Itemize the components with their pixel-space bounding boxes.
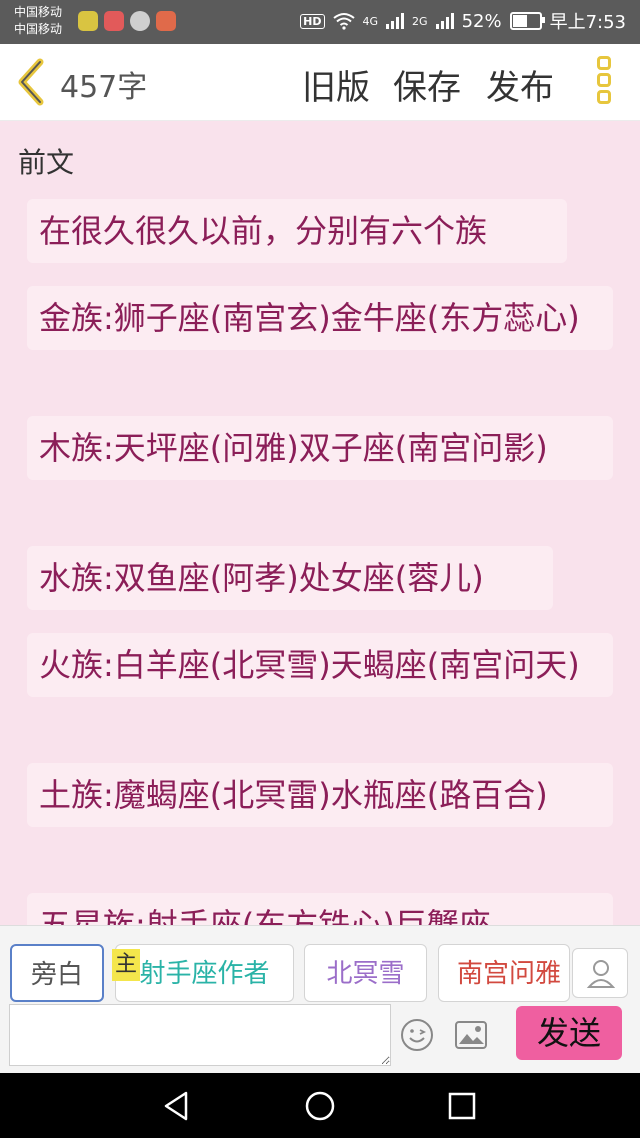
story-content[interactable]: 前文 在很久很久以前，分别有六个族 金族:狮子座(南宫玄)金牛座(东方蕊心) 木… — [0, 121, 640, 925]
paragraph-bubble[interactable]: 木族:天坪座(问雅)双子座(南宫问影) — [27, 416, 613, 480]
clock: 早上7:53 — [549, 12, 626, 33]
carrier-2: 中国移动 — [14, 22, 63, 36]
hd-badge: HD — [300, 13, 325, 29]
role-chip-author[interactable]: 射手座作者 — [115, 944, 294, 1002]
signal-bars-icon-2 — [435, 13, 454, 29]
nav-home-icon[interactable] — [303, 1089, 337, 1123]
nav-back-icon[interactable] — [160, 1089, 194, 1123]
user-icon — [586, 960, 616, 988]
emoji-icon[interactable] — [400, 1018, 434, 1052]
section-title: 前文 — [18, 146, 75, 179]
app-notification-icon — [104, 11, 124, 31]
notification-icons — [78, 11, 176, 31]
menu-icon[interactable] — [592, 56, 616, 110]
cloud-icon — [130, 11, 150, 31]
back-icon[interactable] — [14, 58, 50, 106]
composer: 旁白 射手座作者 主 北冥雪 南宫问雅 发送 — [0, 925, 640, 1074]
role-chip-beiming-xue[interactable]: 北冥雪 — [304, 944, 427, 1002]
mail-icon — [156, 11, 176, 31]
send-button[interactable]: 发送 — [516, 1006, 622, 1060]
battery-percent: 52% — [461, 10, 502, 32]
paragraph-bubble[interactable]: 在很久很久以前，分别有六个族 — [27, 199, 567, 263]
editor-toolbar: 457字 旧版 保存 发布 — [0, 44, 640, 121]
old-version-button[interactable]: 旧版 — [302, 60, 370, 109]
save-button[interactable]: 保存 — [393, 60, 461, 109]
paragraph-bubble[interactable]: 金族:狮子座(南宫玄)金牛座(东方蕊心) — [27, 286, 613, 350]
signal-label-2: 2G — [412, 14, 428, 28]
system-nav-bar — [0, 1073, 640, 1138]
paragraph-bubble[interactable]: 土族:魔蝎座(北冥雷)水瓶座(路百合) — [27, 763, 613, 827]
signal-label-1: 4G — [362, 14, 379, 28]
add-role-button[interactable] — [572, 948, 628, 998]
status-bar: 中国移动 中国移动 HD 4G 2G 52% 早上7:53 — [0, 0, 640, 44]
paragraph-bubble[interactable]: 火族:白羊座(北冥雪)天蝎座(南宫问天) — [27, 633, 613, 697]
battery-fill — [512, 15, 528, 27]
battery-icon — [509, 12, 545, 30]
carrier-names: 中国移动 中国移动 — [14, 4, 62, 38]
status-indicators: HD 4G 2G 52% 早上7:53 — [300, 8, 626, 34]
host-badge: 主 — [112, 949, 140, 981]
paragraph-bubble[interactable]: 水族:双鱼座(阿孝)处女座(蓉儿) — [27, 546, 553, 610]
nav-recents-icon[interactable] — [445, 1089, 479, 1123]
role-chip-nangong-wenya[interactable]: 南宫问雅 — [438, 944, 570, 1002]
wechat-icon — [78, 11, 98, 31]
carrier-1: 中国移动 — [14, 5, 63, 19]
publish-button[interactable]: 发布 — [486, 60, 554, 109]
signal-bars-icon — [386, 13, 405, 29]
paragraph-bubble[interactable]: 五星族:射手座(东方铁心)巨蟹座 — [27, 893, 613, 925]
role-chip-narrator[interactable]: 旁白 — [10, 944, 104, 1002]
image-icon[interactable] — [454, 1020, 488, 1050]
word-count: 457字 — [60, 70, 148, 105]
wifi-icon — [332, 13, 355, 30]
message-input[interactable] — [9, 1004, 391, 1066]
